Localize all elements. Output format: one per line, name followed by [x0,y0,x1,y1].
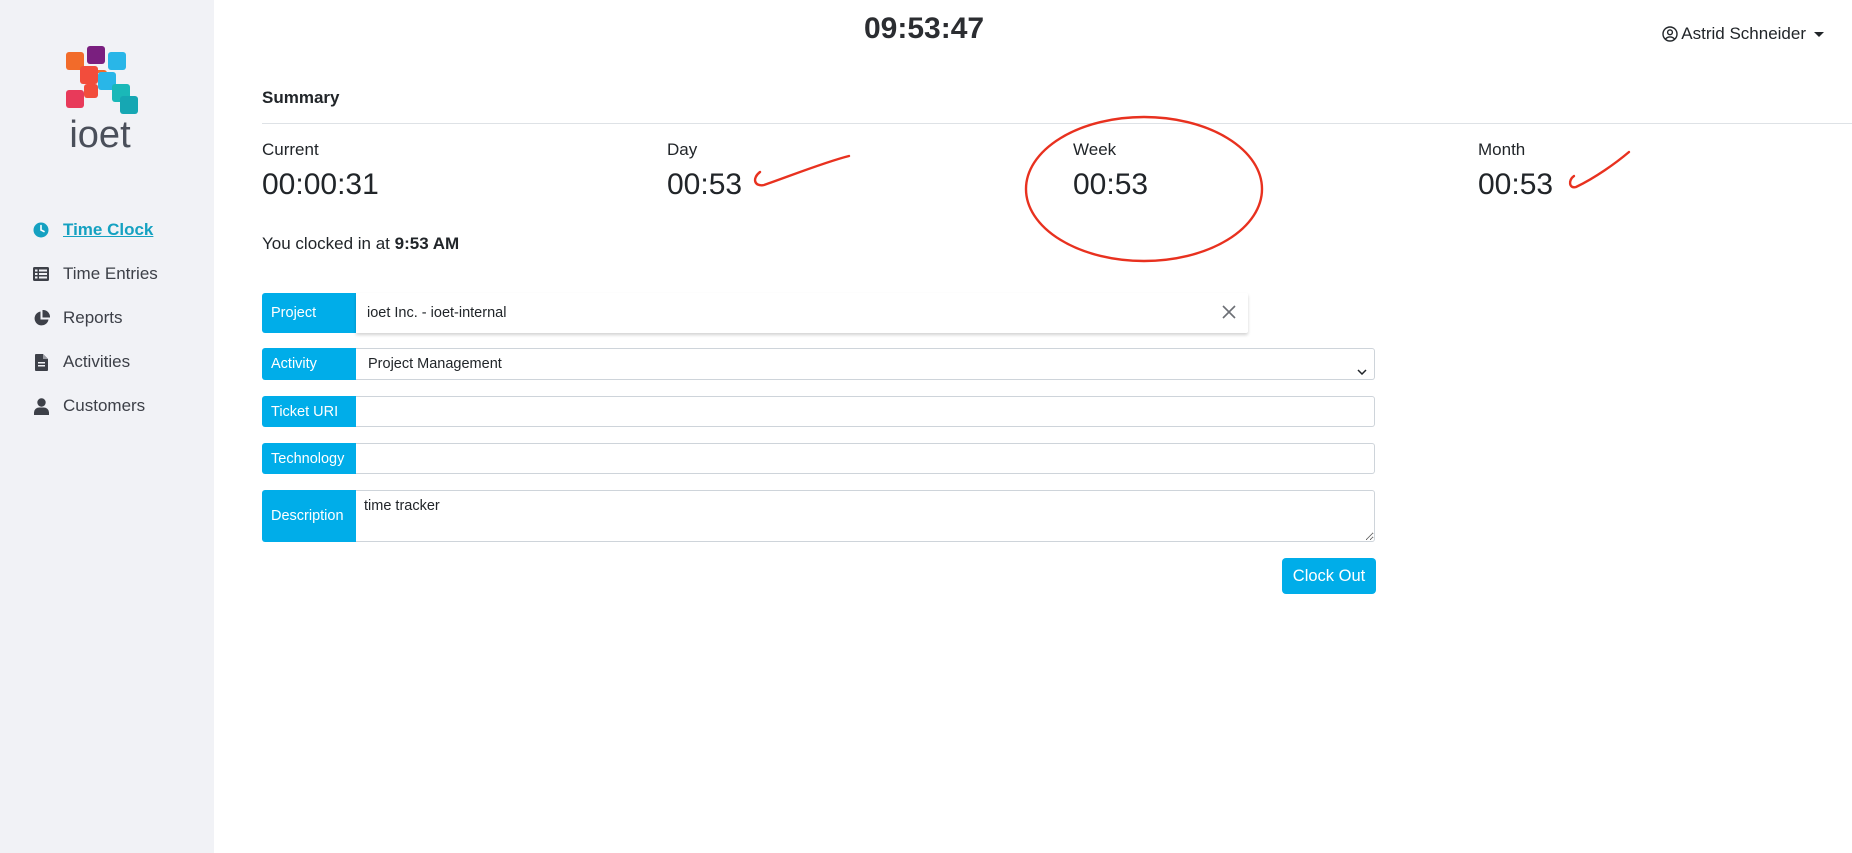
ticket-uri-input[interactable] [356,396,1375,427]
list-icon [30,265,52,283]
summary-title: Summary [262,88,340,107]
sidebar-item-time-clock[interactable]: Time Clock [30,208,158,252]
activity-value: Project Management [368,356,502,372]
sidebar-item-label: Activities [63,352,131,371]
user-name: Astrid Schneider [1681,24,1806,43]
stat-week: Week 00:53 [1073,140,1148,202]
stat-value: 00:00:31 [262,168,379,201]
description-field: Description time tracker [262,490,1375,542]
technology-label: Technology [262,443,356,474]
sidebar-item-label: Time Clock [63,220,154,239]
clock-in-message: You clocked in at 9:53 AM [262,234,459,254]
stat-month: Month 00:53 [1478,140,1553,202]
sidebar-nav: Time Clock Time Entries Reports Activiti… [30,208,158,428]
stat-value: 00:53 [1073,168,1149,201]
sidebar: ioet Time Clock Time Entries Reports Act… [0,0,214,853]
description-label: Description [262,490,356,542]
clock-in-time: 9:53 AM [394,234,460,253]
current-time: 09:53:47 [864,12,985,45]
sidebar-item-label: Reports [63,308,123,327]
ticket-uri-label: Ticket URI [262,396,356,427]
stat-day: Day 00:53 [667,140,742,202]
close-icon[interactable] [1222,305,1236,323]
project-field: Project ioet Inc. - ioet-internal [262,293,1248,333]
pie-chart-icon [30,309,52,327]
annotation-checkmark-day [753,154,851,187]
user-icon [30,397,52,415]
activity-label: Activity [262,348,356,380]
stat-value: 00:53 [1478,168,1554,201]
sidebar-item-label: Time Entries [63,264,158,283]
logo-wordmark: ioet [69,114,131,156]
stat-label: Day [667,140,698,159]
clock-icon [30,221,52,239]
sidebar-item-label: Customers [63,396,146,415]
annotation-checkmark-month [1568,150,1631,189]
description-textarea[interactable]: time tracker [356,490,1375,542]
clock-in-prefix: You clocked in at [262,234,395,253]
stat-current: Current 00:00:31 [262,140,379,202]
technology-field: Technology [262,443,1375,474]
clock-out-button[interactable]: Clock Out [1282,558,1376,594]
technology-input[interactable] [356,443,1375,474]
project-value: ioet Inc. - ioet-internal [367,305,507,321]
activity-field: Activity Project Management [262,348,1375,380]
ioet-logo-mark [66,46,138,114]
stat-label: Current [262,140,319,159]
user-menu[interactable]: Astrid Schneider [1662,24,1824,44]
sidebar-item-customers[interactable]: Customers [30,384,158,428]
sidebar-item-time-entries[interactable]: Time Entries [30,252,158,296]
chevron-down-icon [1814,31,1824,37]
stat-label: Week [1073,140,1117,159]
ticket-uri-field: Ticket URI [262,396,1375,427]
project-label: Project [262,293,356,333]
sidebar-item-activities[interactable]: Activities [30,340,158,384]
chevron-down-icon [1357,363,1367,379]
stat-label: Month [1478,140,1526,159]
sidebar-item-reports[interactable]: Reports [30,296,158,340]
activity-select[interactable]: Project Management [356,348,1375,380]
project-select[interactable]: ioet Inc. - ioet-internal [356,293,1248,333]
ioet-logo[interactable]: ioet [62,46,138,154]
stat-value: 00:53 [667,168,743,201]
file-icon [30,353,52,371]
user-circle-icon [1662,26,1678,42]
divider [262,123,1852,124]
